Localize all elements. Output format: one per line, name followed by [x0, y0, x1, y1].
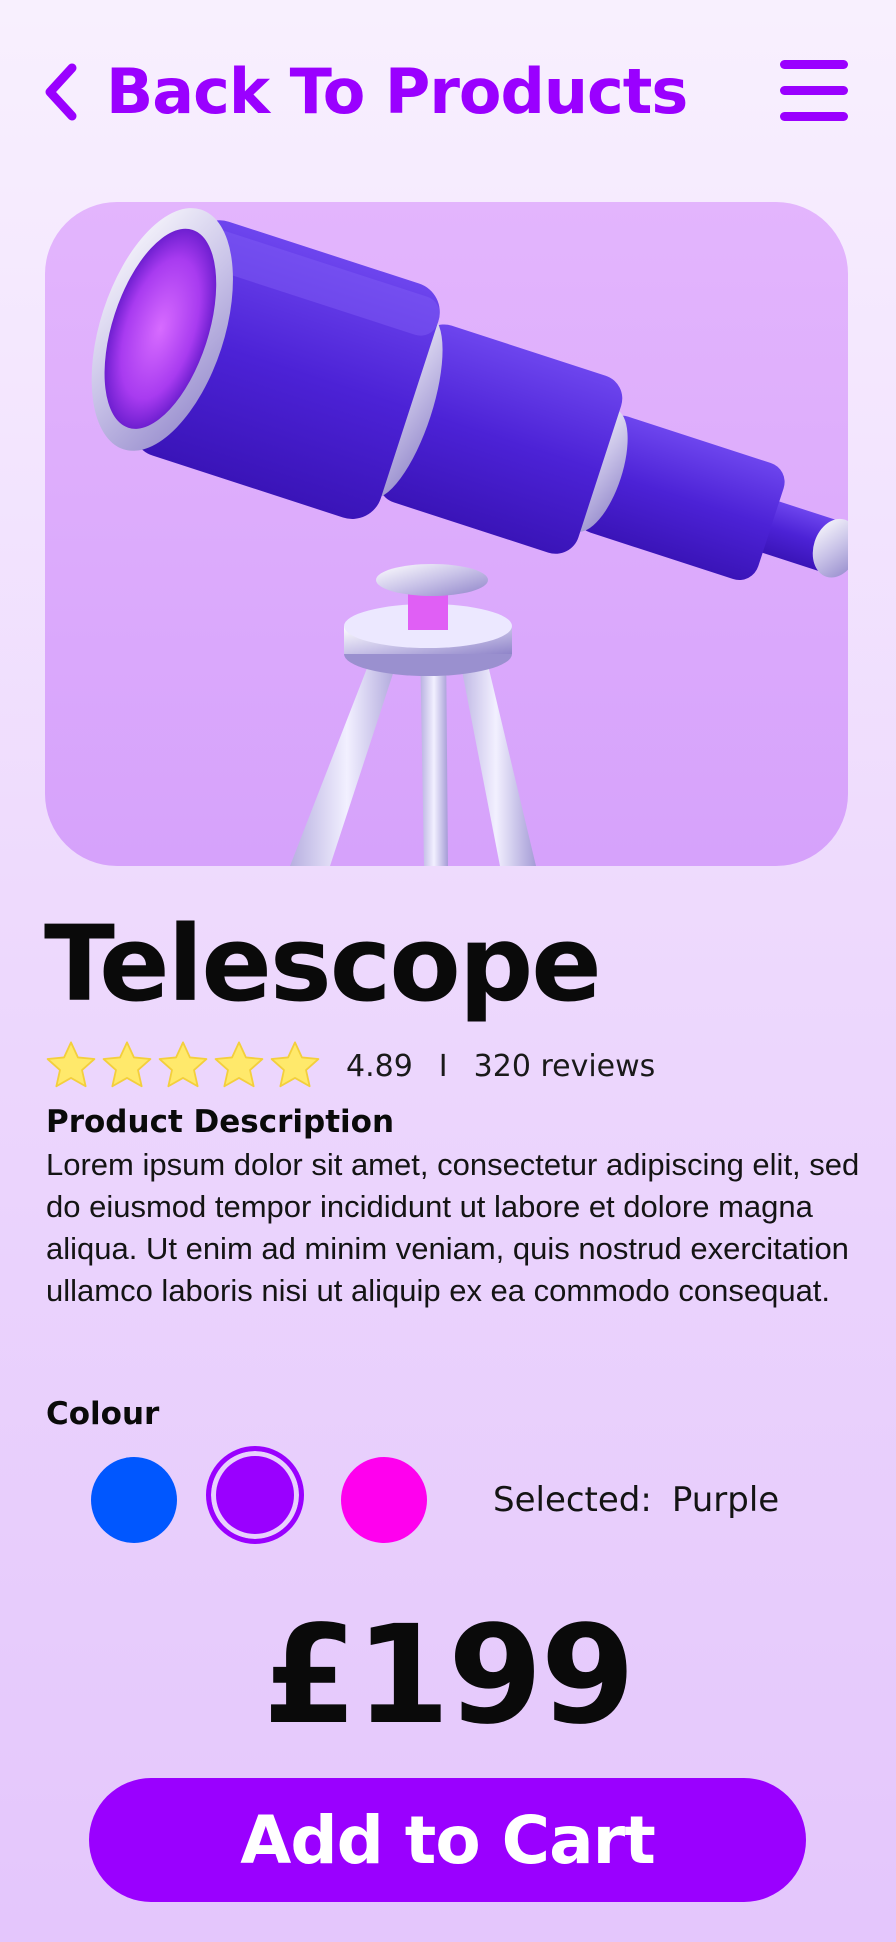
description-heading: Product Description [46, 1104, 395, 1140]
rating-separator: I [438, 1048, 448, 1084]
colour-swatch-blue[interactable] [91, 1457, 177, 1543]
star-icon [214, 1041, 264, 1088]
star-icon [46, 1041, 96, 1088]
star-icon [158, 1041, 208, 1088]
rating-value: 4.89 [346, 1048, 413, 1084]
colour-swatch-pink[interactable] [341, 1457, 427, 1543]
back-link-label: Back To Products [106, 55, 688, 128]
hamburger-menu-button[interactable] [780, 58, 848, 122]
hamburger-menu-icon [780, 60, 848, 69]
telescope-illustration [91, 208, 848, 866]
product-rating: 4.89 I 320 reviews [44, 1036, 655, 1096]
star-rating [44, 1039, 322, 1093]
colour-heading: Colour [46, 1396, 160, 1432]
star-icon [270, 1041, 320, 1088]
back-to-products-link[interactable]: Back To Products [44, 52, 688, 132]
selected-colour-value: Purple [671, 1480, 780, 1520]
chevron-left-icon [44, 63, 78, 121]
product-image [45, 202, 848, 866]
selected-colour-label: Selected: [493, 1480, 652, 1520]
product-description: Lorem ipsum dolor sit amet, consectetur … [46, 1147, 860, 1308]
product-title: Telescope [44, 903, 602, 1025]
review-count: 320 reviews [473, 1048, 656, 1084]
colour-swatch-purple[interactable] [206, 1446, 304, 1544]
star-icon [102, 1041, 152, 1088]
add-to-cart-button[interactable]: Add to Cart [89, 1778, 806, 1902]
selected-colour: Selected: Purple [493, 1478, 779, 1522]
product-price: £199 [262, 1597, 636, 1755]
